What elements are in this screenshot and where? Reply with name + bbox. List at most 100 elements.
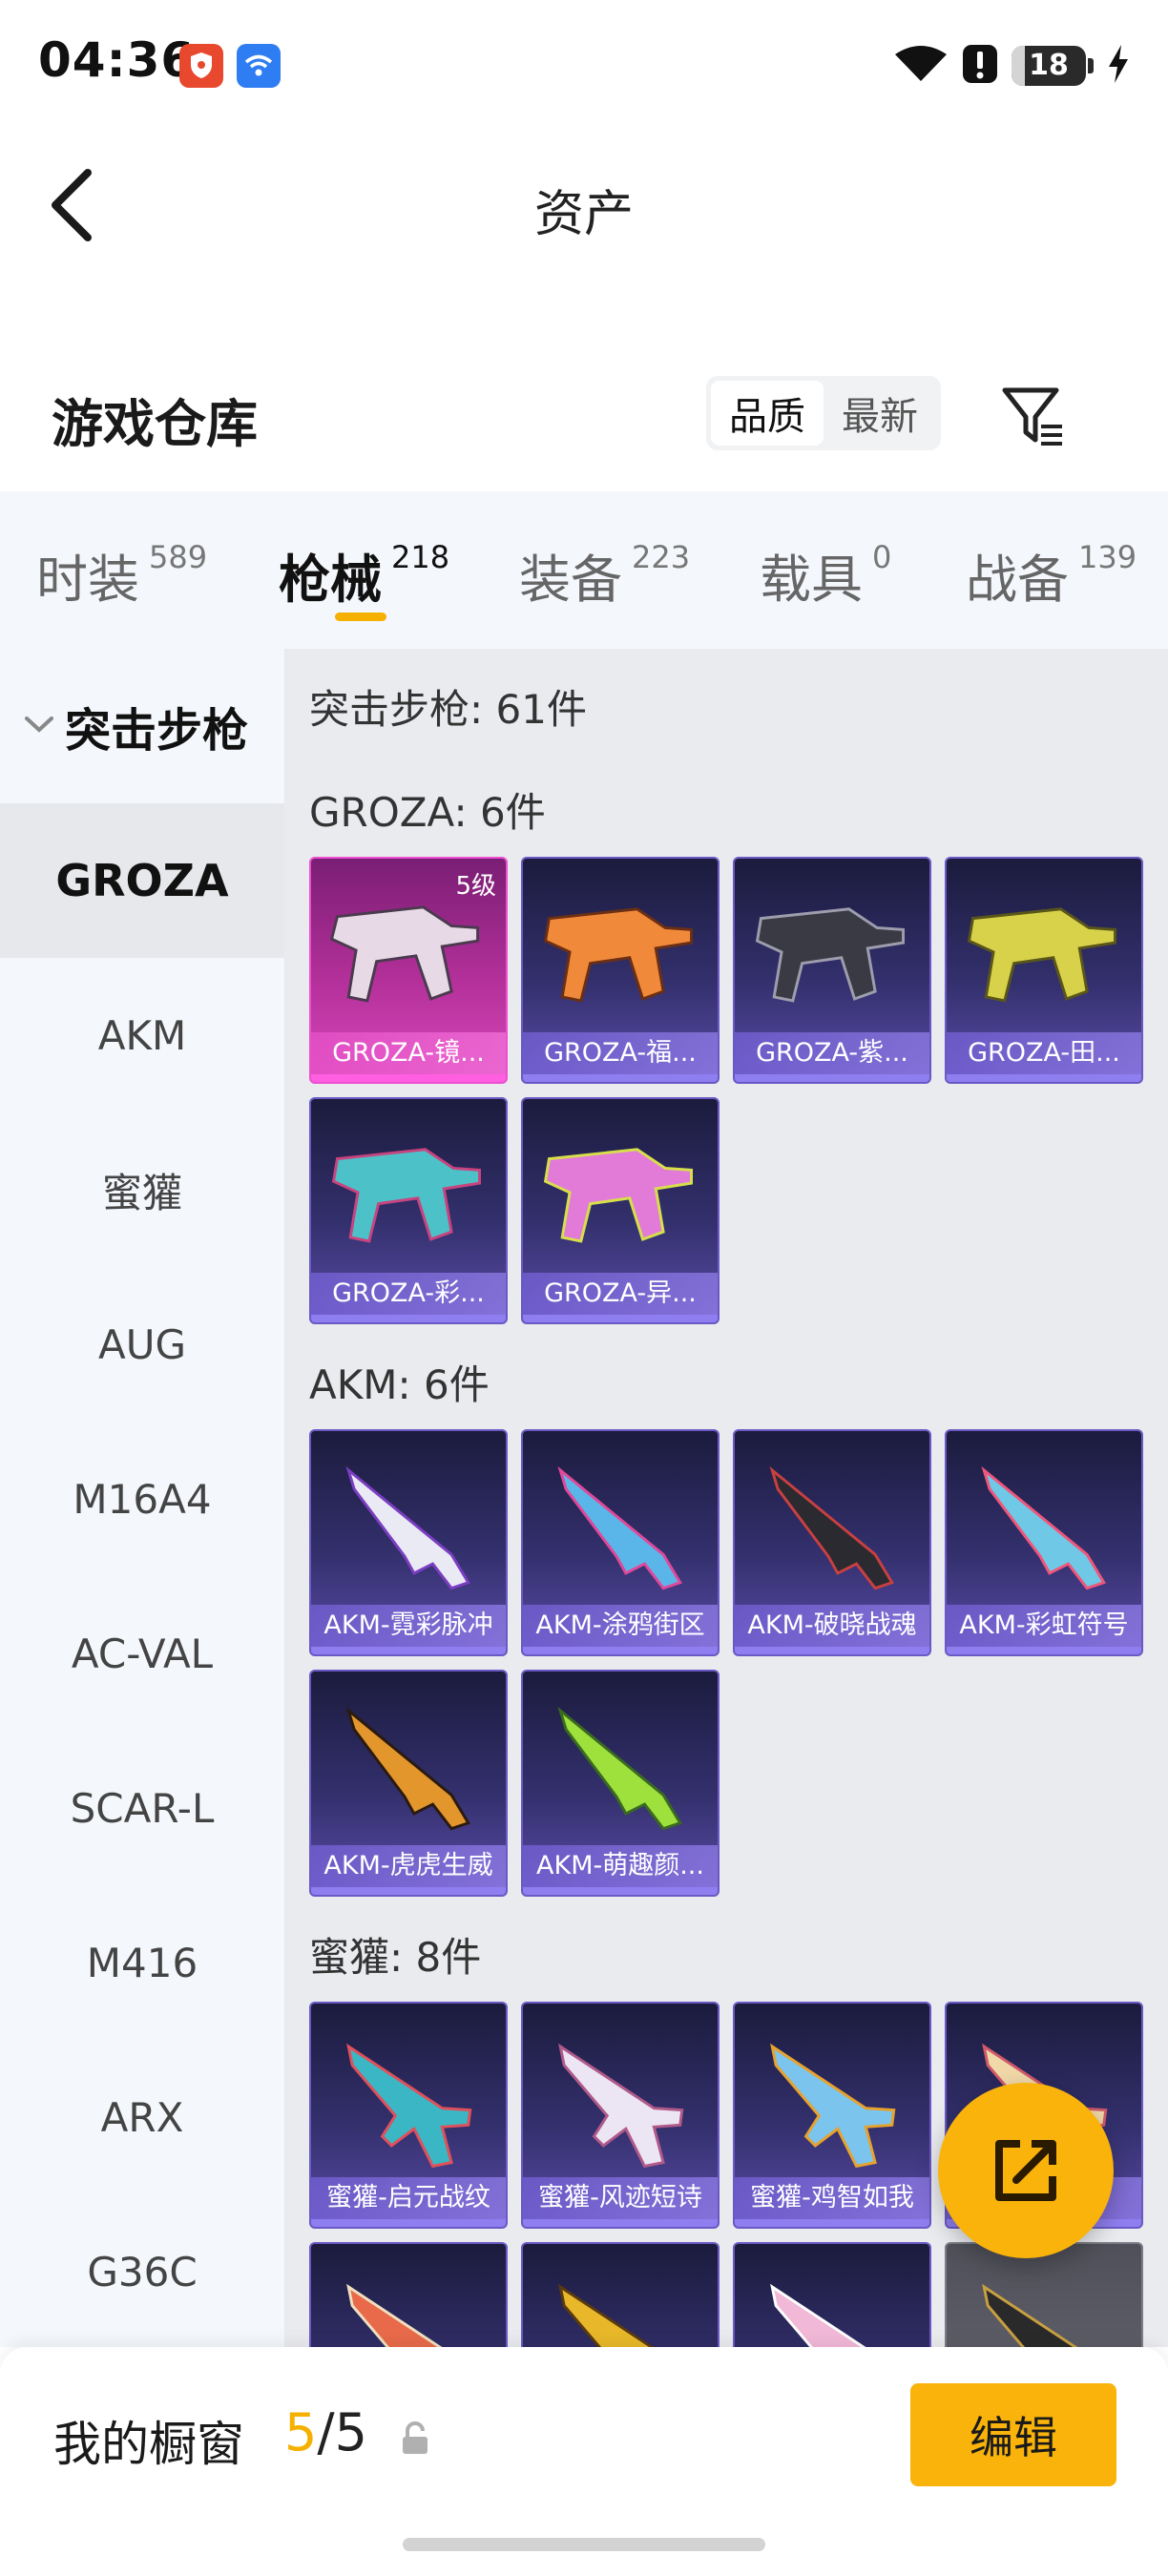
- weapon-skin-image: [345, 1706, 470, 1831]
- group-title-groza: GROZA: 6件: [309, 789, 546, 836]
- item-card[interactable]: AKM-涂鸦街区: [521, 1429, 720, 1656]
- sidebar-item-scar-l[interactable]: SCAR-L: [0, 1731, 284, 1885]
- sidebar-group-assault-rifle[interactable]: 突击步枪: [0, 649, 284, 803]
- item-card[interactable]: [521, 2242, 720, 2347]
- item-card[interactable]: [309, 2242, 508, 2347]
- item-name: AKM-破晓战魂: [735, 1605, 929, 1647]
- item-name: AKM-虎虎生威: [311, 1845, 506, 1887]
- shield-app-icon: [179, 44, 223, 88]
- share-button[interactable]: [938, 2083, 1114, 2258]
- item-name: GROZA-镜...: [311, 1032, 506, 1074]
- item-card[interactable]: AKM-霓彩脉冲: [309, 1429, 508, 1656]
- home-indicator[interactable]: [403, 2538, 765, 2551]
- weapon-skin-image: [346, 2043, 472, 2169]
- sidebar-item-ac-val[interactable]: AC-VAL: [0, 1576, 284, 1731]
- wifi-app-icon: [237, 44, 281, 88]
- tab-guns[interactable]: 枪械 218: [279, 537, 449, 613]
- item-card[interactable]: GROZA-异...: [521, 1097, 720, 1324]
- sidebar-item-m416[interactable]: M416: [0, 1885, 284, 2040]
- edit-button[interactable]: 编辑: [910, 2383, 1116, 2486]
- item-name: AKM-萌趣颜...: [523, 1845, 718, 1887]
- sort-quality[interactable]: 品质: [711, 381, 824, 446]
- tab-equipment[interactable]: 装备 223: [519, 537, 690, 613]
- sidebar-item-akm[interactable]: AKM: [0, 958, 284, 1112]
- sidebar-item-arx[interactable]: ARX: [0, 2040, 284, 2194]
- category-total: 突击步枪: 61件: [309, 686, 587, 733]
- item-card[interactable]: [733, 2242, 931, 2347]
- item-name: 蜜獾-鸡智如我: [735, 2177, 929, 2219]
- chevron-down-icon: [23, 713, 55, 739]
- sidebar-item-g36c[interactable]: G36C: [0, 2194, 284, 2349]
- item-card[interactable]: GROZA-田...: [945, 857, 1143, 1084]
- item-card[interactable]: 蜜獾-鸡智如我: [733, 2002, 931, 2229]
- item-name: GROZA-福...: [523, 1032, 718, 1074]
- weapon-skin-image: [982, 2283, 1078, 2347]
- tab-vehicles[interactable]: 载具 0: [760, 537, 891, 613]
- category-tabs: 时装 589 枪械 218 装备 223 载具 0 战备 139: [0, 491, 1168, 649]
- sidebar-item-m16a4[interactable]: M16A4: [0, 1422, 284, 1576]
- section-title: 游戏仓库: [52, 394, 258, 454]
- item-name: AKM-彩虹符号: [947, 1605, 1141, 1647]
- weapon-sidebar: 突击步枪 GROZA AKM 蜜獾 AUG M16A4 AC-VAL SCAR-…: [0, 649, 284, 2347]
- showcase-label: 我的橱窗: [53, 2417, 244, 2472]
- charging-icon: [1107, 43, 1130, 89]
- sidebar-item-aug[interactable]: AUG: [0, 1267, 284, 1422]
- item-card[interactable]: AKM-虎虎生威: [309, 1670, 508, 1897]
- item-card[interactable]: GROZA-紫...: [733, 857, 931, 1084]
- item-card[interactable]: GROZA-福...: [521, 857, 720, 1084]
- level-badge: 5级: [455, 872, 496, 901]
- weapon-skin-image: [557, 1465, 682, 1590]
- item-name: AKM-涂鸦街区: [523, 1605, 718, 1647]
- item-card[interactable]: GROZA-彩...: [309, 1097, 508, 1324]
- weapon-skin-image: [755, 907, 906, 1003]
- alert-icon: [962, 43, 998, 89]
- weapon-skin-image: [967, 907, 1117, 1003]
- weapon-skin-image: [558, 2043, 684, 2169]
- filter-button[interactable]: [996, 380, 1069, 452]
- weapon-skin-image: [346, 2283, 443, 2347]
- sidebar-item-groza[interactable]: GROZA: [0, 803, 284, 958]
- weapon-skin-image: [558, 2283, 655, 2347]
- weapon-skin-image: [981, 1465, 1106, 1590]
- item-name: GROZA-紫...: [735, 1032, 929, 1074]
- weapon-skin-image: [557, 1706, 682, 1831]
- item-name: AKM-霓彩脉冲: [311, 1605, 506, 1647]
- item-card[interactable]: 蜜獾-启元战纹: [309, 2002, 508, 2229]
- item-card[interactable]: 5级 GROZA-镜...: [309, 857, 508, 1084]
- app-screen: 04:36 18 资产 游戏仓库 品质 最新 时装 589 枪械 218 装备 …: [0, 0, 1168, 2576]
- item-card[interactable]: AKM-破晓战魂: [733, 1429, 931, 1656]
- lock-icon: [403, 2420, 428, 2454]
- wifi-icon: [893, 43, 949, 89]
- item-name: 蜜獾-启元战纹: [311, 2177, 506, 2219]
- header: 资产: [0, 134, 1168, 277]
- group-title-akm: AKM: 6件: [309, 1361, 490, 1408]
- weapon-skin-image: [543, 1148, 694, 1243]
- weapon-skin-image: [769, 1465, 894, 1590]
- item-name: GROZA-田...: [947, 1032, 1141, 1074]
- status-bar: 04:36 18: [0, 0, 1168, 134]
- tab-supplies[interactable]: 战备 139: [966, 537, 1137, 613]
- tab-fashion[interactable]: 时装 589: [36, 537, 207, 613]
- weapon-skin-image: [770, 2283, 866, 2347]
- weapon-skin-image: [331, 1148, 482, 1243]
- weapon-skin-image: [345, 1465, 470, 1590]
- status-time: 04:36: [38, 32, 196, 88]
- item-card[interactable]: 蜜獾-风迹短诗: [521, 2002, 720, 2229]
- item-card[interactable]: AKM-萌趣颜...: [521, 1670, 720, 1897]
- item-name: GROZA-异...: [523, 1273, 718, 1315]
- item-name: 蜜獾-风迹短诗: [523, 2177, 718, 2219]
- sidebar-item-honey-badger[interactable]: 蜜獾: [0, 1112, 284, 1267]
- group-title-honey-badger: 蜜獾: 8件: [309, 1934, 482, 1981]
- weapon-skin-image: [543, 907, 694, 1003]
- weapon-skin-image: [770, 2043, 896, 2169]
- item-card[interactable]: AKM-彩虹符号: [945, 1429, 1143, 1656]
- battery-icon: 18: [1012, 46, 1094, 86]
- item-card[interactable]: [945, 2242, 1143, 2347]
- showcase-count: 5/5: [284, 2402, 367, 2462]
- item-name: GROZA-彩...: [311, 1273, 506, 1315]
- share-icon: [995, 2140, 1056, 2201]
- filter-icon: [1002, 387, 1062, 446]
- page-title: 资产: [533, 186, 634, 243]
- sort-newest[interactable]: 最新: [824, 381, 936, 446]
- section-head: 游戏仓库 品质 最新: [0, 353, 1168, 477]
